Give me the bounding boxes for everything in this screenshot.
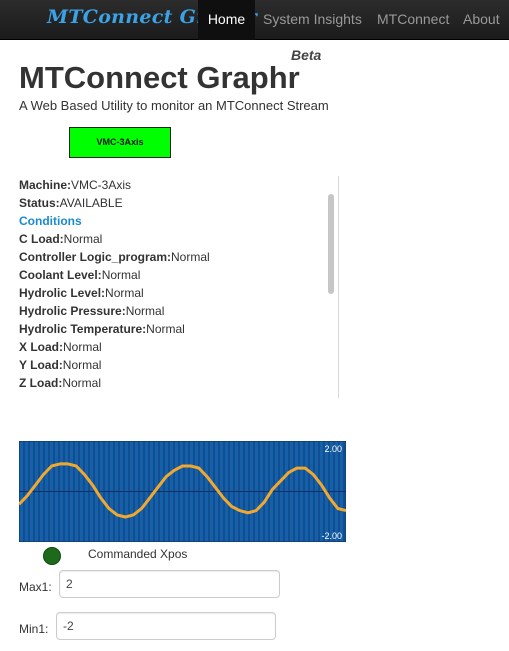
machine-label: Machine: (19, 178, 72, 192)
nav-mtconnect[interactable]: MTConnect (377, 0, 449, 40)
condition-name: Controller Logic_program: (19, 250, 172, 264)
condition-row: Hydrolic Level:Normal (19, 284, 339, 302)
condition-row: Z Load:Normal (19, 374, 339, 392)
condition-value: Normal (105, 286, 144, 300)
condition-name: Hydrolic Pressure: (19, 304, 126, 318)
page-subtitle: A Web Based Utility to monitor an MTConn… (19, 98, 329, 113)
condition-name: Coolant Level: (19, 268, 102, 282)
condition-value: Normal (146, 322, 185, 336)
condition-row: Coolant Level:Normal (19, 266, 339, 284)
navbar: MTConnect Graphr Home System Insights MT… (0, 0, 509, 40)
condition-name: X Load: (19, 340, 63, 354)
min-input[interactable] (56, 612, 276, 640)
y-tick-label-min: -2.00 (321, 531, 342, 541)
condition-name: Hydrolic Temperature: (19, 322, 147, 336)
condition-row: Y Load:Normal (19, 356, 339, 374)
scroll-thumb[interactable] (328, 194, 334, 294)
max-label: Max1: (19, 580, 52, 594)
status-scrollbar[interactable] (323, 176, 339, 398)
max-input[interactable] (59, 570, 280, 598)
condition-row: Hydrolic Pressure:Normal (19, 302, 339, 320)
machine-button[interactable]: VMC-3Axis (69, 127, 171, 158)
y-tick-label-max: 2.00 (324, 444, 342, 454)
xpos-chart: 2.00 -2.00 (19, 441, 346, 542)
condition-name: Z Load: (19, 376, 63, 390)
condition-value: Normal (101, 268, 141, 282)
nav-system-insights[interactable]: System Insights (263, 0, 362, 40)
condition-row: X Load:Normal (19, 338, 339, 356)
condition-value: Normal (62, 376, 101, 390)
condition-value: Normal (63, 232, 103, 246)
condition-value: Normal (171, 250, 210, 264)
condition-row: C Load:Normal (19, 230, 339, 248)
condition-value: Normal (62, 358, 102, 372)
condition-name: Y Load: (19, 358, 63, 372)
condition-row: Hydrolic Temperature:Normal (19, 320, 339, 338)
status-value: AVAILABLE (59, 196, 123, 210)
machine-value: VMC-3Axis (71, 178, 132, 192)
condition-row: Controller Logic_program:Normal (19, 248, 339, 266)
machine-row: Machine:VMC-3Axis (19, 176, 339, 194)
nav-about[interactable]: About (463, 0, 500, 40)
page-title: MTConnect Graphr (19, 60, 300, 95)
condition-value: Normal (125, 304, 165, 318)
condition-value: Normal (63, 340, 102, 354)
condition-name: Hydrolic Level: (19, 286, 106, 300)
series-legend-swatch (43, 547, 61, 565)
conditions-heading: Conditions (19, 214, 82, 228)
nav-home[interactable]: Home (198, 0, 255, 40)
min-label: Min1: (19, 622, 49, 636)
series-legend-label: Commanded Xpos (88, 547, 188, 561)
status-panel: Machine:VMC-3Axis Status:AVAILABLE Condi… (19, 176, 339, 398)
status-row: Status:AVAILABLE (19, 194, 339, 212)
condition-name: C Load: (19, 232, 64, 246)
status-label: Status: (19, 196, 60, 210)
